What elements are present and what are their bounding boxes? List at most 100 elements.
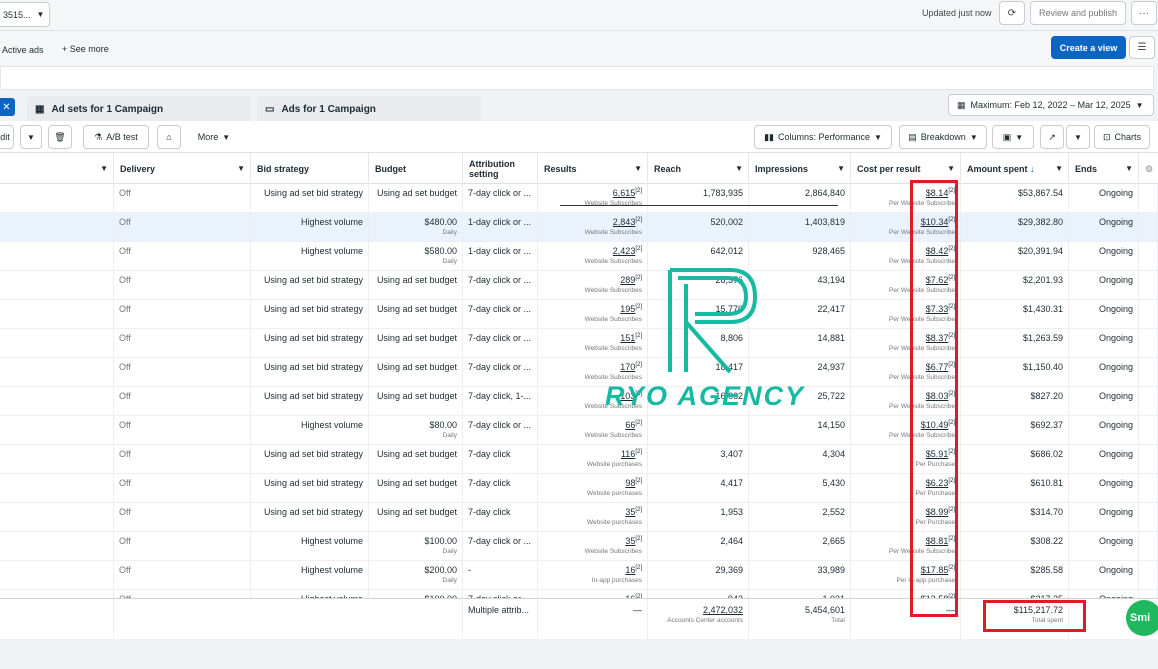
column-header-attribution[interactable]: Attribution setting — [463, 153, 538, 184]
table-row[interactable]: Off Highest volume $100.00 Daily 7-day click… — [0, 532, 1158, 561]
more-options-button[interactable]: ··· — [1131, 1, 1157, 25]
cell-value[interactable]: $8.37 — [926, 333, 949, 343]
table-row[interactable]: Off Highest volume $480.00 Daily 1-day click… — [0, 213, 1158, 242]
charts-button[interactable]: ⊡ Charts — [1094, 125, 1150, 149]
cell-value: $314.70 — [1030, 507, 1063, 517]
account-selector[interactable]: 3515... ▼ — [0, 2, 50, 27]
cell-value[interactable]: $8.03 — [926, 391, 949, 401]
reports-dropdown[interactable]: ▣ ▼ — [992, 125, 1034, 149]
column-header-ends[interactable]: Ends ▼ — [1069, 153, 1139, 184]
cell-subtext: Website purchases — [586, 490, 642, 497]
header-label: Bid strategy — [257, 163, 310, 174]
cell-value[interactable]: $10.34 — [921, 217, 949, 227]
cell-attr: - — [463, 561, 538, 590]
cell-value: Ongoing — [1098, 275, 1133, 285]
cell-attr: 7-day click or ... — [463, 416, 538, 445]
close-icon[interactable]: ✕ — [0, 98, 15, 116]
view-settings-button[interactable]: ☰ — [1129, 36, 1155, 59]
tab-ad-sets[interactable]: ▦ Ad sets for 1 Campaign — [27, 96, 251, 122]
cell-value[interactable]: 6,615 — [613, 188, 636, 198]
date-range-picker[interactable]: ▦ Maximum: Feb 12, 2022 – Mar 12, 2025 ▼ — [948, 94, 1154, 116]
cell-value[interactable]: 151 — [620, 333, 635, 343]
cell-value[interactable]: $5.91 — [926, 449, 949, 459]
info-icon: [2] — [948, 507, 955, 513]
column-header-budget[interactable]: Budget — [369, 153, 463, 184]
cell-value[interactable]: $6.23 — [926, 478, 949, 488]
refresh-button[interactable]: ⟳ — [999, 1, 1025, 25]
cell-value[interactable]: 98 — [625, 478, 635, 488]
columns-dropdown[interactable]: ▮▮ Columns: Performance ▼ — [754, 125, 892, 149]
column-header-name[interactable]: ▼ — [0, 153, 114, 184]
table-row[interactable]: Off Highest volume $80.00 Daily 7-day click … — [0, 416, 1158, 445]
cell-bid: Using ad set bid strategy — [251, 387, 369, 416]
table-row[interactable]: Off Using ad set bid strategy Using ad set… — [0, 474, 1158, 503]
edit-dropdown[interactable]: ▼ — [20, 125, 42, 149]
cell-value[interactable]: 289 — [620, 275, 635, 285]
see-more-link[interactable]: + See more — [62, 44, 109, 54]
tag-button[interactable]: ⌂ — [157, 125, 181, 149]
info-icon: [2] — [635, 449, 642, 455]
table-row[interactable]: Off Using ad set bid strategy Using ad set… — [0, 387, 1158, 416]
cell-value[interactable]: 170 — [620, 362, 635, 372]
export-button[interactable]: ↗ — [1040, 125, 1064, 149]
cell-value[interactable]: 103 — [620, 391, 635, 401]
cell-value[interactable]: 35 — [625, 536, 635, 546]
chat-widget[interactable]: Smi — [1126, 600, 1158, 636]
create-view-button[interactable]: Create a view — [1051, 36, 1126, 59]
cell-value: 4,417 — [720, 478, 743, 488]
column-header-delivery[interactable]: Delivery ▼ — [114, 153, 251, 184]
cell-value[interactable]: 16 — [625, 565, 635, 575]
table-row[interactable]: Off Using ad set bid strategy Using ad set… — [0, 300, 1158, 329]
column-header-impressions[interactable]: Impressions ▼ — [749, 153, 851, 184]
search-bar[interactable] — [0, 66, 1154, 90]
edit-button[interactable]: dit — [0, 125, 14, 149]
column-settings[interactable]: ⚙ — [1139, 153, 1158, 184]
table-row[interactable]: Off Using ad set bid strategy Using ad set… — [0, 184, 1158, 213]
tab-ads[interactable]: ▭ Ads for 1 Campaign — [257, 96, 481, 122]
cell-value[interactable]: $17.85 — [921, 565, 949, 575]
delete-button[interactable]: 🗑 — [48, 125, 72, 149]
cell-value[interactable]: 2,843 — [613, 217, 636, 227]
breakdown-dropdown[interactable]: ▤ Breakdown ▼ — [899, 125, 987, 149]
review-publish-button[interactable]: Review and publish — [1030, 1, 1126, 25]
cell-value[interactable]: $7.33 — [926, 304, 949, 314]
cell-results: 151[2] Website Subscribes — [538, 329, 648, 358]
cell-value[interactable]: $8.99 — [926, 507, 949, 517]
table-row[interactable]: Off Using ad set bid strategy Using ad set… — [0, 271, 1158, 300]
cell-value[interactable]: 2,423 — [613, 246, 636, 256]
cell-value[interactable]: 35 — [625, 507, 635, 517]
cell-value[interactable]: 195 — [620, 304, 635, 314]
export-dropdown[interactable]: ▼ — [1066, 125, 1090, 149]
cell-value[interactable]: 66 — [625, 420, 635, 430]
table-row[interactable]: Off Highest volume $200.00 Daily -16[2] In-ap… — [0, 561, 1158, 590]
cell-value[interactable]: $10.49 — [921, 420, 949, 430]
info-icon: [2] — [635, 246, 642, 252]
column-header-reach[interactable]: Reach ▼ — [648, 153, 749, 184]
table-row[interactable]: Off Using ad set bid strategy Using ad set… — [0, 329, 1158, 358]
cell-value[interactable]: $7.62 — [926, 275, 949, 285]
cell-value[interactable]: $8.14 — [926, 188, 949, 198]
column-header-cost-per-result[interactable]: Cost per result ▼ — [851, 153, 961, 184]
cell-value[interactable]: $6.77 — [926, 362, 949, 372]
table-row[interactable]: Off Using ad set bid strategy Using ad set… — [0, 445, 1158, 474]
cell-subtext: Per Website Subscribe — [889, 403, 955, 410]
cell-value[interactable]: $8.42 — [926, 246, 949, 256]
more-button[interactable]: More ▼ — [190, 125, 238, 149]
active-ads-filter[interactable]: Active ads — [2, 45, 44, 55]
ellipsis-icon: ··· — [1139, 7, 1149, 19]
column-header-amount-spent[interactable]: Amount spent ↓ ▼ — [961, 153, 1069, 184]
table-row[interactable]: Off Highest volume $580.00 Daily 1-day click… — [0, 242, 1158, 271]
table-row[interactable]: Off Using ad set bid strategy Using ad set… — [0, 503, 1158, 532]
table-row[interactable]: Off Using ad set bid strategy Using ad set… — [0, 358, 1158, 387]
ab-test-button[interactable]: ⚗ A/B test — [83, 125, 149, 149]
cell-impr: 14,881 — [749, 329, 851, 358]
cell-spent: $1,150.40 — [961, 358, 1069, 387]
cell-reach: 28,376 — [648, 271, 749, 300]
cell-value[interactable]: 116 — [621, 449, 635, 459]
cell-value[interactable]: $8.81 — [926, 536, 949, 546]
info-icon: [2] — [948, 449, 955, 455]
column-header-bid-strategy[interactable]: Bid strategy — [251, 153, 369, 184]
cell-subtext: Per Website Subscribe — [889, 432, 955, 439]
column-header-results[interactable]: Results ▼ — [538, 153, 648, 184]
totals-reach: 2,472,032 Accounts Center accounts — [648, 599, 749, 640]
